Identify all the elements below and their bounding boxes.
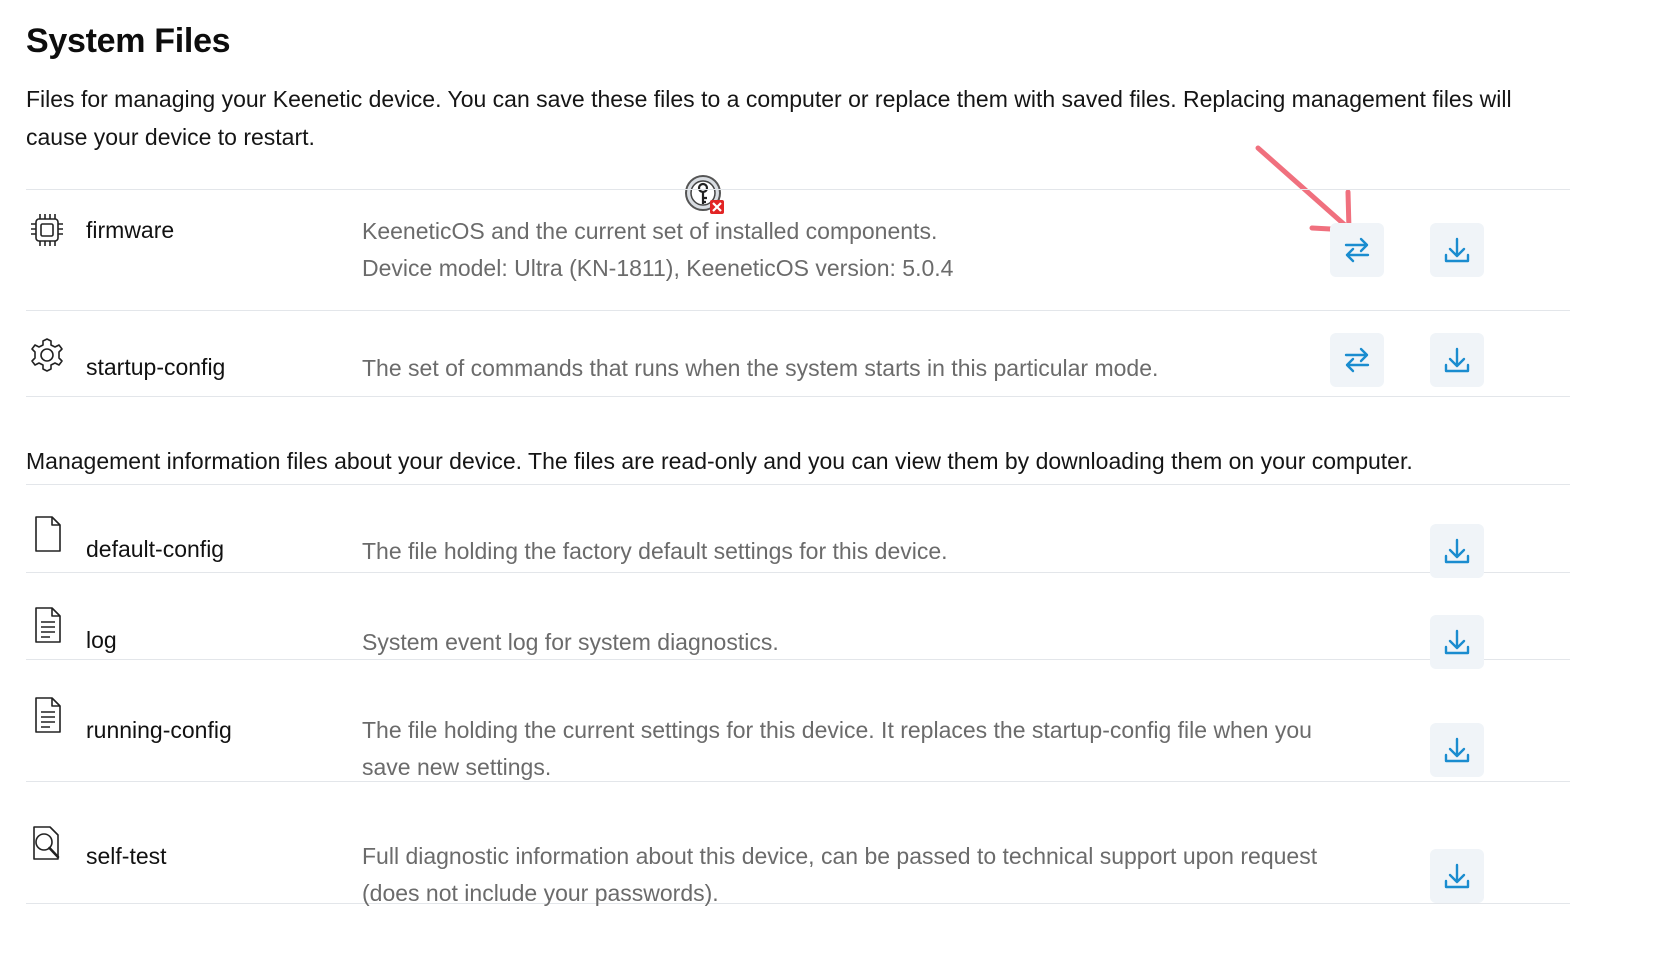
replace-button[interactable] [1330, 223, 1384, 277]
page-title: System Files [26, 22, 231, 60]
description-line: System event log for system diagnostics. [362, 629, 779, 655]
download-icon [1444, 737, 1470, 763]
divider [26, 396, 1570, 397]
description-line: Full diagnostic information about this d… [362, 843, 1318, 869]
magnifier-file-icon [33, 826, 60, 860]
description-line: The file holding the factory default set… [362, 538, 948, 564]
description-line: save new settings. [362, 754, 552, 780]
file-description: System event log for system diagnostics. [362, 624, 1352, 661]
download-button[interactable] [1430, 333, 1484, 387]
download-button[interactable] [1430, 615, 1484, 669]
swap-arrows-icon [1344, 347, 1370, 373]
download-icon [1444, 629, 1470, 655]
file-description: Full diagnostic information about this d… [362, 838, 1352, 912]
download-icon [1444, 863, 1470, 889]
divider [26, 189, 1570, 190]
file-description: The file holding the factory default set… [362, 533, 1352, 570]
file-description: The file holding the current settings fo… [362, 712, 1352, 786]
replace-button[interactable] [1330, 333, 1384, 387]
download-icon [1444, 347, 1470, 373]
gear-icon [31, 338, 63, 372]
description-line: (does not include your passwords). [362, 880, 719, 906]
download-icon [1444, 538, 1470, 564]
download-button[interactable] [1430, 849, 1484, 903]
file-name: default-config [86, 536, 225, 562]
description-line: The set of commands that runs when the s… [362, 355, 1159, 381]
download-icon [1444, 237, 1470, 263]
swap-arrows-icon [1344, 237, 1370, 263]
description-line: Device model: Ultra (KN-1811), KeeneticO… [362, 255, 954, 281]
download-button[interactable] [1430, 223, 1484, 277]
system-files-page: System Files Files for managing your Kee… [0, 0, 1665, 978]
divider [26, 484, 1570, 485]
download-button[interactable] [1430, 524, 1484, 578]
info-section-text: Management information files about your … [26, 448, 1413, 474]
chip-icon [31, 214, 63, 246]
text-file-icon [35, 697, 61, 733]
file-name: running-config [86, 717, 232, 743]
divider [26, 310, 1570, 311]
file-name: firmware [86, 217, 175, 243]
key-error-icon [685, 175, 724, 214]
file-name: self-test [86, 843, 167, 869]
blank-file-icon [35, 516, 61, 552]
download-button[interactable] [1430, 723, 1484, 777]
description-line: KeeneticOS and the current set of instal… [362, 218, 938, 244]
text-file-icon [35, 607, 61, 643]
description-line: The file holding the current settings fo… [362, 717, 1312, 743]
divider [26, 572, 1570, 573]
file-name: startup-config [86, 354, 226, 380]
file-name: log [86, 627, 117, 653]
file-description: KeeneticOS and the current set of instal… [362, 213, 1352, 287]
file-description: The set of commands that runs when the s… [362, 350, 1352, 387]
